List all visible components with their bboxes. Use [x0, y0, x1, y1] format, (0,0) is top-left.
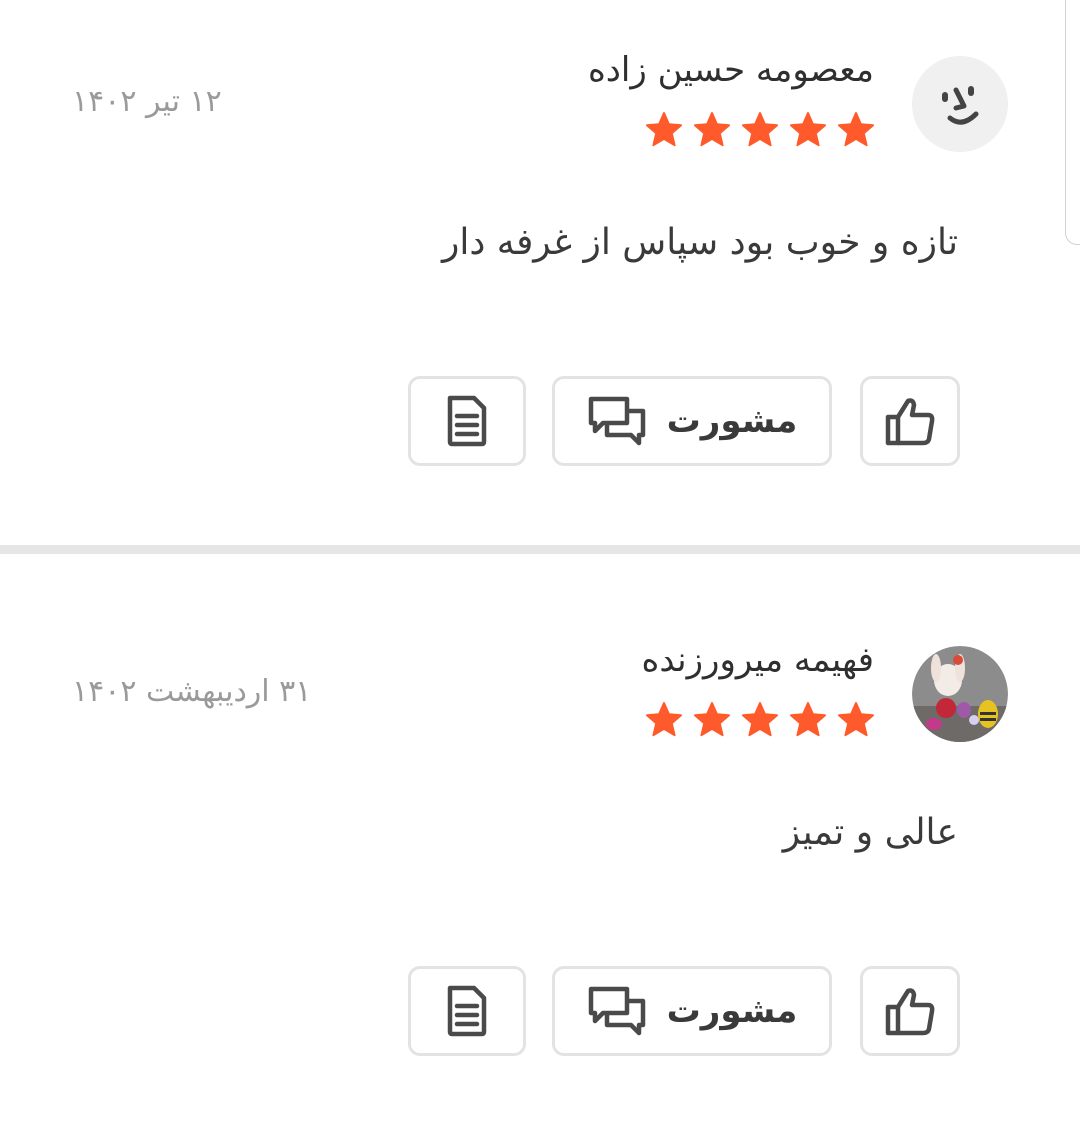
thumbs-up-icon — [885, 398, 935, 446]
review-card: فهیمه میرورزنده ۳۱ اردیبهشت ۱۴۰۲ عالی و … — [0, 590, 1080, 1130]
like-button[interactable] — [860, 966, 960, 1056]
star-icon — [646, 112, 682, 147]
chat-bubbles-icon — [588, 396, 645, 446]
rating-stars — [640, 110, 876, 150]
review-date: ۱۲ تیر ۱۴۰۲ — [72, 84, 222, 119]
smiley-face-icon — [912, 56, 1008, 152]
reply-button[interactable]: مشورت — [552, 966, 832, 1056]
thumbs-up-icon — [885, 988, 935, 1036]
avatar — [912, 646, 1008, 742]
document-icon — [447, 395, 487, 447]
chat-bubbles-icon — [588, 986, 645, 1036]
star-icon — [646, 702, 682, 737]
rating-stars — [640, 700, 876, 740]
star-icon — [790, 702, 826, 737]
star-icon — [838, 702, 874, 737]
star-icon — [838, 112, 874, 147]
review-divider — [0, 545, 1080, 554]
reply-button[interactable]: مشورت — [552, 376, 832, 466]
like-button[interactable] — [860, 376, 960, 466]
author-name: فهیمه میرورزنده — [641, 640, 875, 680]
reply-button-label: مشورت — [666, 991, 798, 1031]
avatar-photo — [912, 646, 1008, 742]
star-icon — [742, 702, 778, 737]
reply-button-label: مشورت — [666, 401, 798, 441]
document-icon — [447, 985, 487, 1037]
star-icon — [694, 702, 730, 737]
star-icon — [694, 112, 730, 147]
avatar — [912, 56, 1008, 152]
star-icon — [790, 112, 826, 147]
star-icon — [742, 112, 778, 147]
report-button[interactable] — [408, 966, 526, 1056]
author-name: معصومه حسین زاده — [587, 50, 874, 90]
review-date: ۳۱ اردیبهشت ۱۴۰۲ — [72, 674, 312, 709]
review-comment: تازه و خوب بود سپاس از غرفه دار — [441, 222, 958, 263]
review-comment: عالی و تمیز — [782, 812, 958, 853]
review-card: معصومه حسین زاده ۱۲ تیر ۱۴۰۲ تازه و خوب … — [0, 0, 1080, 540]
report-button[interactable] — [408, 376, 526, 466]
